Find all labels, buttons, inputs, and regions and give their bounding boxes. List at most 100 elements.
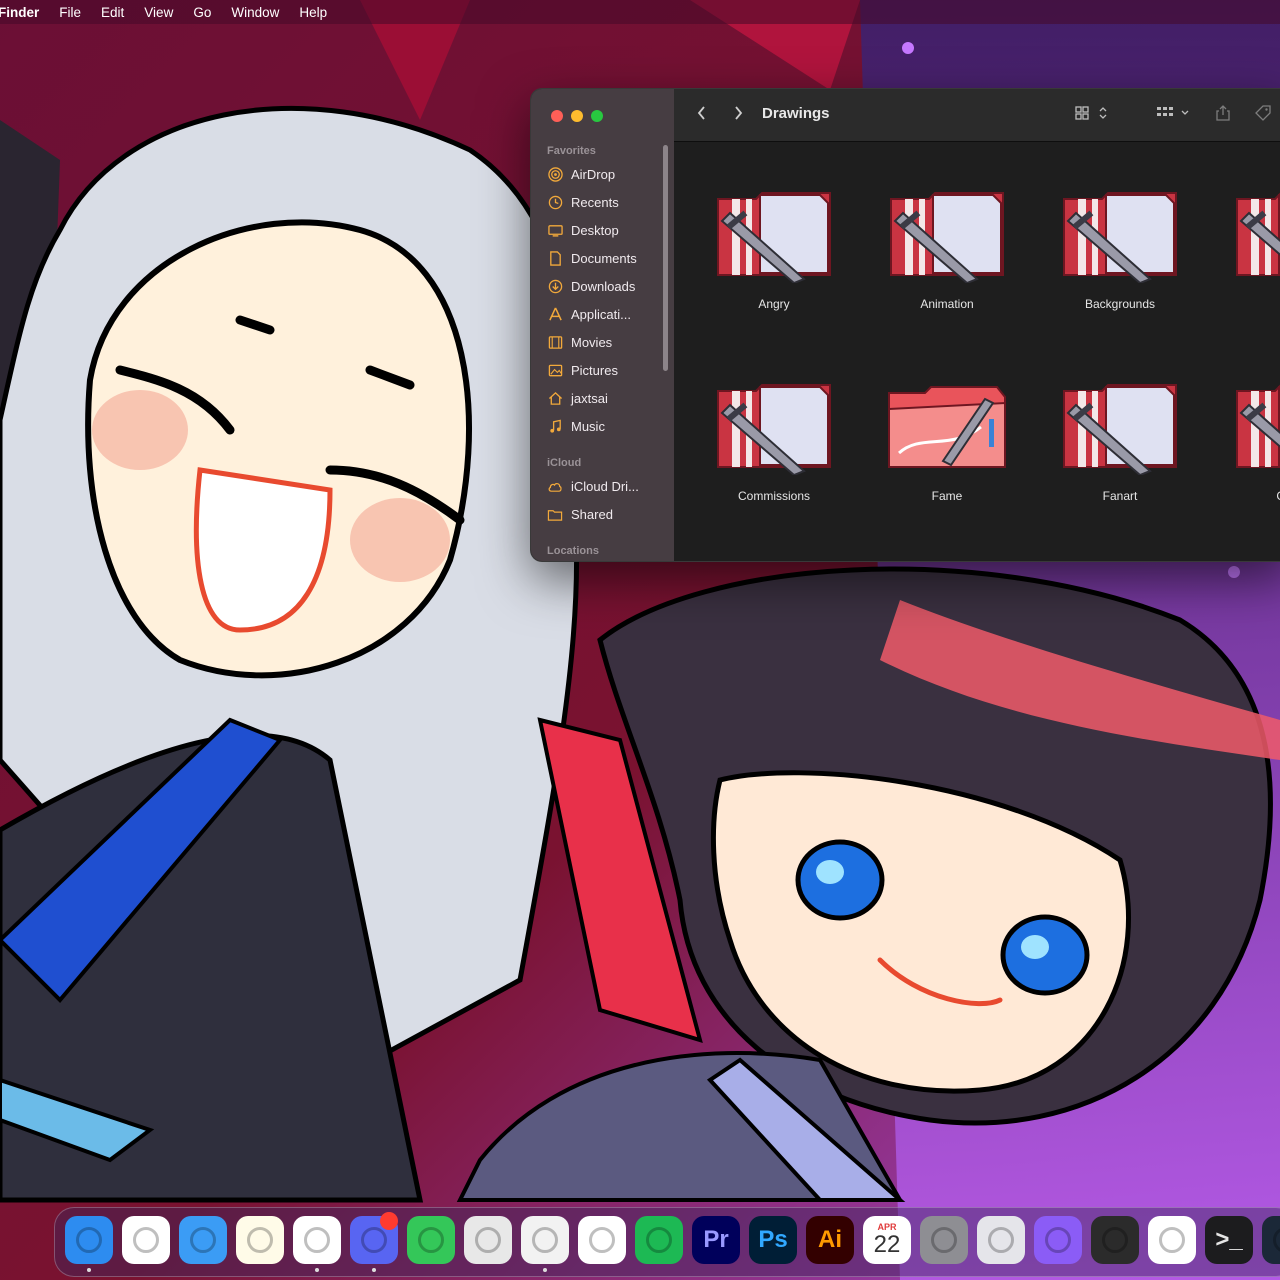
notification-badge [380, 1212, 398, 1230]
photoshop-icon[interactable]: Ps [749, 1216, 797, 1264]
menu-help[interactable]: Help [289, 5, 337, 20]
sketchup-icon[interactable] [578, 1216, 626, 1264]
sidebar-item-label: Music [571, 418, 605, 434]
forward-button[interactable] [726, 103, 750, 127]
terminal-icon[interactable]: >_ [1205, 1216, 1253, 1264]
folder-item[interactable]: Backgrounds [1045, 187, 1195, 311]
sidebar-scrollbar[interactable] [663, 145, 668, 371]
spotify-icon[interactable] [635, 1216, 683, 1264]
guitar-icon[interactable] [1091, 1216, 1139, 1264]
applications-icon [547, 306, 563, 322]
app-icon-text: >_ [1215, 1226, 1243, 1253]
music-note-icon [547, 418, 563, 434]
share-icon [1215, 104, 1231, 127]
app-glyph [475, 1227, 501, 1253]
sidebar-item-label: Documents [571, 250, 637, 266]
folder-item[interactable]: Graph [1218, 379, 1280, 503]
sidebar-item-label: Movies [571, 334, 613, 350]
app-glyph [1045, 1227, 1071, 1253]
share-button[interactable] [1210, 103, 1236, 127]
unity-icon[interactable] [977, 1216, 1025, 1264]
chrome-icon[interactable] [293, 1216, 341, 1264]
folder-icon [712, 187, 836, 285]
sidebar-item-home[interactable]: jaxtsai [547, 386, 665, 410]
folder-item[interactable]: Angry [699, 187, 849, 311]
favorites-header: Favorites [547, 145, 596, 157]
calendar-day: 22 [873, 1231, 901, 1258]
calendar-icon[interactable]: APR 22 [863, 1216, 911, 1264]
sidebar-item-airdrop[interactable]: AirDrop [547, 162, 665, 186]
sidebar-item-label: Applicati... [571, 306, 631, 322]
folder-item[interactable]: C [1218, 187, 1280, 311]
folder-label: C [1218, 297, 1280, 311]
menu-finder[interactable]: Finder [0, 5, 49, 20]
home-icon [547, 390, 563, 406]
menu-view[interactable]: View [134, 5, 183, 20]
app-glyph [361, 1227, 387, 1253]
airdrop-icon [547, 166, 563, 182]
view-mode-button[interactable] [1072, 103, 1112, 127]
vscode-icon[interactable] [1148, 1216, 1196, 1264]
notes-icon[interactable] [236, 1216, 284, 1264]
menu-edit[interactable]: Edit [91, 5, 134, 20]
app-glyph [589, 1227, 615, 1253]
app-glyph [418, 1227, 444, 1253]
sidebar-item-label: Shared [571, 506, 613, 522]
sidebar-item-movies[interactable]: Movies [547, 330, 665, 354]
back-button[interactable] [690, 103, 714, 127]
sidebar-item-downloads[interactable]: Downloads [547, 274, 665, 298]
gear-icon[interactable] [920, 1216, 968, 1264]
sidebar-item-label: iCloud Dri... [571, 478, 639, 494]
close-window-button[interactable] [551, 110, 563, 122]
folder-label: Fanart [1102, 489, 1138, 503]
github-icon[interactable] [1034, 1216, 1082, 1264]
app-glyph [988, 1227, 1014, 1253]
menu-window[interactable]: Window [221, 5, 289, 20]
folder-item[interactable]: Fame [872, 379, 1022, 503]
folder-label: Angry [758, 297, 790, 311]
folder-icon [712, 379, 836, 477]
folder-item[interactable]: Animation [872, 187, 1022, 311]
airdrop-icon[interactable] [122, 1216, 170, 1264]
photo-icon [547, 362, 563, 378]
clip-studio-icon[interactable] [521, 1216, 569, 1264]
finder-icon[interactable] [65, 1216, 113, 1264]
menu-go[interactable]: Go [183, 5, 221, 20]
folder-label: Backgrounds [1084, 297, 1156, 311]
sidebar-item-label: Recents [571, 194, 619, 210]
sidebar-item-recents[interactable]: Recents [547, 190, 665, 214]
sidebar-item-shared[interactable]: Shared [547, 502, 665, 526]
finder-sidebar: Favorites AirDrop Recents Desktop Docume… [531, 89, 675, 561]
tag-button[interactable] [1250, 103, 1276, 127]
app-icon-text: Ai [818, 1226, 842, 1253]
sidebar-item-desktop[interactable]: Desktop [547, 218, 665, 242]
folder-item[interactable]: Fanart [1045, 379, 1195, 503]
group-button[interactable] [1154, 103, 1194, 127]
mail-icon[interactable] [179, 1216, 227, 1264]
sidebar-item-icloud-drive[interactable]: iCloud Dri... [547, 474, 665, 498]
sidebar-item-music[interactable]: Music [547, 414, 665, 438]
messages-icon[interactable] [407, 1216, 455, 1264]
group-icon [1155, 105, 1193, 126]
zoom-window-button[interactable] [591, 110, 603, 122]
menu-bar: Finder File Edit View Go Window Help [0, 0, 1280, 24]
sidebar-item-label: Pictures [571, 362, 618, 378]
shared-folder-icon [547, 506, 563, 522]
illustrator-icon[interactable]: Ai [806, 1216, 854, 1264]
app-glyph [304, 1227, 330, 1253]
tag-icon [1254, 104, 1272, 127]
premiere-icon[interactable]: Pr [692, 1216, 740, 1264]
minimize-window-button[interactable] [571, 110, 583, 122]
folder-item[interactable]: Commissions [699, 379, 849, 503]
folder-label: Fame [931, 489, 963, 503]
app-glyph [1273, 1227, 1280, 1253]
chevron-right-icon [732, 105, 744, 126]
sidebar-item-applications[interactable]: Applicati... [547, 302, 665, 326]
link-icon[interactable] [464, 1216, 512, 1264]
folder-label: Animation [920, 297, 974, 311]
menu-file[interactable]: File [49, 5, 91, 20]
sidebar-item-documents[interactable]: Documents [547, 246, 665, 270]
steam-icon[interactable] [1262, 1216, 1280, 1264]
app-glyph [133, 1227, 159, 1253]
sidebar-item-pictures[interactable]: Pictures [547, 358, 665, 382]
